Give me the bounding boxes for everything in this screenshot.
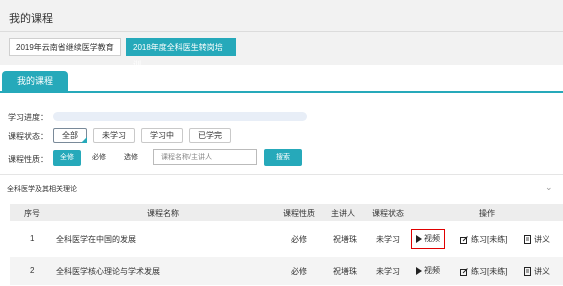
nature-filter-all[interactable]: 全修 (53, 150, 81, 166)
nature-label: 课程性质： (8, 155, 48, 164)
video-link-label: 视频 (424, 266, 440, 275)
course-nature: 必修 (291, 235, 307, 244)
course-status: 未学习 (376, 235, 400, 244)
lecturer-name: 祝墡珠 (333, 235, 357, 244)
tab-underline (0, 91, 563, 93)
search-button[interactable]: 搜索 (264, 149, 302, 166)
selected-corner-mark (81, 137, 87, 143)
status-filter-completed[interactable]: 已学完 (189, 128, 231, 143)
course-name[interactable]: 全科医学核心理论与学术发展 (56, 266, 160, 277)
title-divider (0, 31, 563, 32)
course-tab-2019-continuing-education[interactable]: 2019年云南省继续医学教育 (9, 38, 121, 56)
practice-link[interactable]: 练习[未练] (460, 266, 507, 277)
row-index: 1 (30, 234, 35, 243)
document-icon (524, 267, 531, 277)
filter-divider (0, 174, 563, 175)
course-tab-2018-gp-transfer-training[interactable]: 2018年度全科医生转岗培训 (126, 38, 236, 69)
practice-link[interactable]: 练习[未练] (460, 234, 507, 245)
lecture-notes-link[interactable]: 讲义 (524, 266, 550, 277)
table-header: 序号 课程名称 课程性质 主讲人 课程状态 操作 (10, 204, 563, 221)
column-header-actions: 操作 (479, 209, 495, 218)
column-header-nature: 课程性质 (283, 209, 315, 218)
tab-my-courses[interactable]: 我的课程 (2, 71, 68, 91)
top-panel: 我的课程 2019年云南省继续医学教育 2018年度全科医生转岗培训 (0, 0, 563, 69)
course-nature: 必修 (291, 267, 307, 276)
nature-filter-required[interactable]: 必修 (85, 150, 113, 166)
lecture-notes-label: 讲义 (534, 235, 550, 244)
column-header-status: 课程状态 (372, 209, 404, 218)
lecturer-name: 祝墡珠 (333, 267, 357, 276)
section-title: 全科医学及其相关理论 (7, 186, 77, 193)
table-row: 2 全科医学核心理论与学术发展 必修 祝墡珠 未学习 视频 练习[未练] 讲义 (10, 257, 563, 285)
practice-link-label: 练习[未练] (471, 267, 508, 276)
edit-icon (460, 268, 468, 276)
table-row: 1 全科医学在中国的发展 必修 祝墡珠 未学习 视频 练习[未练] 讲义 (10, 225, 563, 253)
play-icon (416, 266, 422, 275)
search-input[interactable] (153, 149, 257, 165)
column-header-course-name: 课程名称 (147, 209, 179, 218)
video-link-label: 视频 (424, 234, 440, 243)
document-icon (524, 235, 531, 245)
video-link[interactable]: 视频 (411, 261, 445, 281)
status-filter-not-started[interactable]: 未学习 (93, 128, 135, 143)
video-link[interactable]: 视频 (411, 229, 445, 249)
play-icon (416, 234, 422, 243)
edit-icon (460, 236, 468, 244)
practice-link-label: 练习[未练] (471, 235, 508, 244)
course-status: 未学习 (376, 267, 400, 276)
status-filter-all[interactable]: 全部 (53, 128, 87, 143)
column-header-lecturer: 主讲人 (331, 209, 355, 218)
course-name[interactable]: 全科医学在中国的发展 (56, 234, 136, 245)
status-filter-in-progress[interactable]: 学习中 (141, 128, 183, 143)
status-filter-all-label: 全部 (62, 131, 78, 140)
progress-bar (53, 112, 307, 121)
lecture-notes-link[interactable]: 讲义 (524, 234, 550, 245)
progress-label: 学习进度： (8, 113, 48, 122)
status-label: 课程状态： (8, 132, 48, 141)
column-header-index: 序号 (24, 209, 40, 218)
nature-filter-elective[interactable]: 选修 (117, 150, 145, 166)
chevron-down-icon[interactable]: ⌄ (545, 182, 553, 193)
row-index: 2 (30, 266, 35, 275)
section-header[interactable]: 全科医学及其相关理论 ⌄ (0, 176, 563, 200)
page-title: 我的课程 (9, 13, 53, 25)
lecture-notes-label: 讲义 (534, 267, 550, 276)
